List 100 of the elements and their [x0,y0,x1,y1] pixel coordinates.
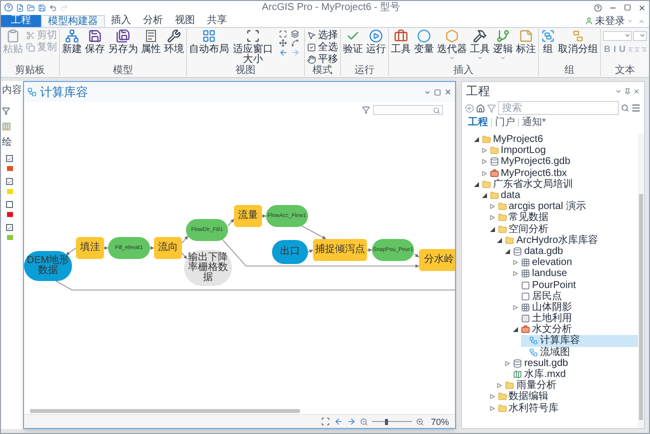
ribbon-button[interactable]: 新建 [62,29,82,55]
ribbon-button[interactable]: 标注 [516,29,536,55]
tree-item[interactable]: MyProject6 [474,134,638,146]
ribbon-button[interactable]: 逻辑 [493,29,513,61]
ribbon-button[interactable]: 环境 [164,29,184,55]
tree-toggle-icon[interactable] [474,182,479,187]
collapse-icon[interactable] [638,18,645,24]
tree-toggle-icon[interactable] [482,148,487,154]
ribbon-tab[interactable]: 插入 [105,15,137,27]
size-dropdown[interactable] [633,31,647,41]
ribbon-tab[interactable]: 工程 [1,15,41,27]
home-icon[interactable] [476,104,485,112]
ribbon-tab[interactable]: 共享 [201,15,233,27]
ribbon-button[interactable]: 工具 [391,29,411,55]
tree-toggle-icon[interactable] [513,304,518,310]
save-icon[interactable] [38,4,46,12]
scrollbar[interactable] [638,134,644,428]
new-file-icon[interactable] [16,4,24,12]
tree-item[interactable]: 土地利用 [513,313,638,324]
filter-icon[interactable] [2,107,10,115]
ribbon-tab[interactable]: 模型构建器 [41,15,105,27]
panel-tab[interactable]: 通知* [522,117,546,128]
layer-checkbox[interactable] [6,224,13,231]
scrollbar[interactable] [30,409,300,413]
tree-item[interactable]: 居民点 [513,290,638,302]
maximize-icon[interactable] [434,88,441,96]
tree-item[interactable]: 流域图 [520,346,638,358]
move-icon[interactable] [279,39,287,47]
ribbon-button[interactable]: 全选 [307,42,338,53]
filter-icon[interactable] [362,106,370,114]
caret-icon[interactable] [615,88,622,94]
ribbon-button[interactable]: 自动布局 [189,29,229,55]
zoom-out-icon[interactable] [360,418,368,426]
layers-icon[interactable] [291,30,299,38]
ribbon-button[interactable]: 属性 [141,29,161,55]
undo-icon[interactable] [49,4,57,12]
search-field[interactable]: 搜索 [498,101,619,115]
close-icon[interactable] [633,88,640,94]
tree-item[interactable]: result.gdb [505,358,638,369]
tree-item[interactable]: 常见数据 [490,212,638,224]
tree-toggle-icon[interactable] [490,204,495,210]
tree-item[interactable]: 空间分析 [490,224,638,235]
open-folder-icon[interactable] [27,4,35,12]
tree-item[interactable]: landuse [513,268,638,280]
tree-toggle-icon[interactable] [482,193,487,198]
layer-checkbox[interactable] [6,155,13,162]
tree-item[interactable]: 雨量分析 [497,380,638,392]
search-field[interactable] [373,105,443,115]
tree-item[interactable]: PourPoint [513,279,638,291]
ribbon-button[interactable]: 组 [541,29,555,55]
ribbon-button[interactable]: 取消分组 [558,29,598,55]
tree-item[interactable]: data.gdb [505,246,638,258]
tree-toggle-icon[interactable] [490,226,495,232]
tree-item[interactable]: ArcHydro水库库容 [497,234,638,246]
tree-toggle-icon[interactable] [497,238,502,243]
tree-toggle-icon[interactable] [482,170,487,176]
forward-icon[interactable] [346,417,356,426]
tree-item[interactable]: 计算库容 [520,335,638,347]
tree-item[interactable]: data [482,190,638,202]
ribbon-button[interactable]: 保存 [85,29,105,55]
spline-icon[interactable] [291,39,299,47]
tree-item[interactable]: 山体阴影 [513,302,638,313]
layer-checkbox[interactable] [6,178,13,185]
tree-toggle-icon[interactable] [490,215,495,220]
close-icon[interactable] [638,4,646,12]
ribbon-button[interactable]: 另存为 [108,29,138,55]
close-icon[interactable] [444,88,452,96]
tree-item[interactable]: ImportLog [482,145,638,156]
tree-item[interactable]: elevation [513,257,638,268]
ribbon-button[interactable]: 迭代器 [437,29,467,61]
ribbon-tab[interactable]: 视图 [169,15,201,27]
menu-icon[interactable] [631,103,641,113]
account-menu[interactable]: 未登录 [595,16,625,26]
tree-toggle-icon[interactable] [505,248,510,254]
back-icon[interactable] [279,48,288,57]
tree-toggle-icon[interactable] [490,406,495,411]
tree-toggle-icon[interactable] [513,260,518,266]
tree-item[interactable]: MyProject6.tbx [482,168,638,179]
tree-toggle-icon[interactable] [513,271,518,276]
ribbon-button[interactable]: 平移 [307,54,338,65]
tree-toggle-icon[interactable] [497,383,502,388]
ribbon-button[interactable]: 适应窗口大小 [232,29,274,65]
ribbon-button[interactable]: 验证 [343,29,363,55]
ribbon-tab[interactable]: 分析 [137,15,169,27]
tree-toggle-icon[interactable] [474,137,479,142]
ribbon-button[interactable]: 变量 [414,29,434,55]
fit-icon[interactable] [320,417,330,426]
tree-item[interactable]: MyProject6.gdb [482,156,638,168]
ribbon-button[interactable]: 运行 [366,29,386,55]
tree-item[interactable]: 广东省水文局培训 [474,178,638,190]
caret-icon[interactable] [424,88,431,96]
zoom-slider[interactable] [372,418,412,424]
tree-toggle-icon[interactable] [490,394,495,400]
expand-icon[interactable] [279,30,287,38]
tree-item[interactable]: 水利符号库 [490,402,638,414]
tree-item[interactable]: 数据编辑 [490,391,638,402]
help-icon[interactable] [594,4,602,12]
tree-item[interactable]: arcgis portal 演示 [490,201,638,212]
search-icon[interactable] [621,104,629,112]
tree-item[interactable]: 水文分析 [513,324,638,336]
